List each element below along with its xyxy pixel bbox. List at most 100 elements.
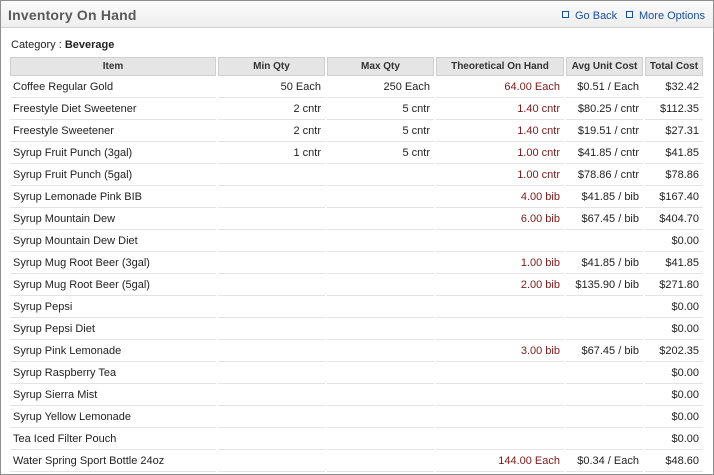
cell-min-qty	[218, 318, 325, 340]
cell-min-qty	[218, 274, 325, 296]
cell-theoretical-on-hand: 4.00 bib	[436, 186, 564, 208]
table-row: Syrup Mug Root Beer (5gal) 2.00 bib $135.9…	[10, 274, 703, 296]
cell-avg-unit-cost: $41.85 / cntr	[566, 142, 643, 164]
go-back-link[interactable]: Go Back	[562, 10, 617, 22]
table-row: Syrup Raspberry Tea $0.00	[10, 362, 703, 384]
cell-avg-unit-cost	[566, 296, 643, 318]
cell-theoretical-on-hand: 1.40 cntr	[436, 120, 564, 142]
cell-avg-unit-cost: $78.86 / cntr	[566, 164, 643, 186]
cell-item: Syrup Mug Root Beer (3gal)	[10, 252, 216, 274]
table-row: Syrup Yellow Lemonade $0.00	[10, 406, 703, 428]
table-row: Syrup Pepsi $0.00	[10, 296, 703, 318]
cell-item: Syrup Pepsi Diet	[10, 318, 216, 340]
more-options-label: More Options	[639, 10, 706, 22]
category-value: Beverage	[64, 39, 115, 51]
table-row: Freestyle Diet Sweetener 2 cntr 5 cntr 1.40…	[10, 98, 703, 120]
cell-total-cost: $167.40	[645, 186, 703, 208]
cell-avg-unit-cost	[566, 230, 643, 252]
more-options-link[interactable]: More Options	[626, 10, 705, 22]
cell-item: Coffee Regular Gold	[10, 76, 216, 98]
cell-theoretical-on-hand: 1.40 cntr	[436, 98, 564, 120]
cell-max-qty: 5 cntr	[327, 142, 434, 164]
table-row: Tea Iced Filter Pouch $0.00	[10, 428, 703, 450]
cell-total-cost: $0.00	[645, 362, 703, 384]
cell-theoretical-on-hand: 144.00 Each	[436, 450, 564, 472]
column-header-min-qty[interactable]: Min Qty	[218, 57, 325, 76]
cell-max-qty	[327, 252, 434, 274]
cell-theoretical-on-hand	[436, 296, 564, 318]
cell-item: Syrup Mountain Dew	[10, 208, 216, 230]
cell-avg-unit-cost: $41.85 / bib	[566, 252, 643, 274]
cell-max-qty	[327, 406, 434, 428]
table-row: Syrup Lemonade Pink BIB 4.00 bib $41.85 / …	[10, 186, 703, 208]
cell-max-qty	[327, 274, 434, 296]
cell-item: Syrup Fruit Punch (5gal)	[10, 164, 216, 186]
column-header-avg-unit-cost[interactable]: Avg Unit Cost	[566, 57, 643, 76]
column-header-max-qty[interactable]: Max Qty	[327, 57, 434, 76]
cell-avg-unit-cost: $41.85 / bib	[566, 186, 643, 208]
cell-theoretical-on-hand	[436, 384, 564, 406]
go-back-label: Go Back	[575, 10, 618, 22]
cell-min-qty	[218, 252, 325, 274]
column-header-theoretical-on-hand[interactable]: Theoretical On Hand	[436, 57, 564, 76]
cell-total-cost: $404.70	[645, 208, 703, 230]
table-row: Syrup Pepsi Diet $0.00	[10, 318, 703, 340]
cell-total-cost: $0.00	[645, 406, 703, 428]
cell-min-qty: 2 cntr	[218, 120, 325, 142]
cell-min-qty	[218, 164, 325, 186]
cell-min-qty	[218, 230, 325, 252]
inventory-table: Item Min Qty Max Qty Theoretical On Hand…	[8, 57, 705, 472]
cell-total-cost: $202.35	[645, 340, 703, 362]
cell-item: Syrup Pepsi	[10, 296, 216, 318]
cell-avg-unit-cost: $80.25 / cntr	[566, 98, 643, 120]
cell-max-qty	[327, 296, 434, 318]
cell-total-cost: $271.80	[645, 274, 703, 296]
table-row: Coffee Regular Gold 50 Each 250 Each 64.00 …	[10, 76, 703, 98]
cell-item: Syrup Fruit Punch (3gal)	[10, 142, 216, 164]
table-row: Freestyle Sweetener 2 cntr 5 cntr 1.40 cntr…	[10, 120, 703, 142]
cell-item: Syrup Raspberry Tea	[10, 362, 216, 384]
cell-max-qty: 250 Each	[327, 76, 434, 98]
cell-avg-unit-cost: $19.51 / cntr	[566, 120, 643, 142]
table-row: Syrup Sierra Mist $0.00	[10, 384, 703, 406]
cell-min-qty: 50 Each	[218, 76, 325, 98]
column-header-total-cost[interactable]: Total Cost	[645, 57, 703, 76]
cell-theoretical-on-hand: 2.00 bib	[436, 274, 564, 296]
table-row: Syrup Fruit Punch (3gal) 1 cntr 5 cntr 1.00…	[10, 142, 703, 164]
cell-min-qty	[218, 186, 325, 208]
cell-total-cost: $0.00	[645, 318, 703, 340]
cell-total-cost: $0.00	[645, 428, 703, 450]
cell-avg-unit-cost: $0.51 / Each	[566, 76, 643, 98]
cell-max-qty	[327, 384, 434, 406]
cell-theoretical-on-hand	[436, 406, 564, 428]
cell-theoretical-on-hand	[436, 428, 564, 450]
cell-max-qty	[327, 428, 434, 450]
cell-total-cost: $0.00	[645, 384, 703, 406]
cell-item: Syrup Lemonade Pink BIB	[10, 186, 216, 208]
cell-total-cost: $0.00	[645, 230, 703, 252]
cell-avg-unit-cost	[566, 384, 643, 406]
cell-max-qty	[327, 340, 434, 362]
column-header-item[interactable]: Item	[10, 57, 216, 76]
cell-theoretical-on-hand	[436, 318, 564, 340]
cell-item: Syrup Mug Root Beer (5gal)	[10, 274, 216, 296]
cell-avg-unit-cost	[566, 428, 643, 450]
cell-min-qty	[218, 428, 325, 450]
cell-max-qty: 5 cntr	[327, 98, 434, 120]
cell-max-qty: 5 cntr	[327, 120, 434, 142]
cell-theoretical-on-hand	[436, 362, 564, 384]
page-title: Inventory On Hand	[8, 7, 137, 23]
table-row: Syrup Mountain Dew 6.00 bib $67.45 / bib $4…	[10, 208, 703, 230]
cell-theoretical-on-hand: 1.00 cntr	[436, 142, 564, 164]
cell-item: Syrup Yellow Lemonade	[10, 406, 216, 428]
cell-total-cost: $32.42	[645, 76, 703, 98]
table-row: Syrup Mountain Dew Diet $0.00	[10, 230, 703, 252]
cell-min-qty	[218, 384, 325, 406]
table-row: Water Spring Sport Bottle 24oz 144.00 Eac…	[10, 450, 703, 472]
cell-min-qty	[218, 362, 325, 384]
cell-theoretical-on-hand: 3.00 bib	[436, 340, 564, 362]
cell-total-cost: $27.31	[645, 120, 703, 142]
cell-avg-unit-cost: $67.45 / bib	[566, 340, 643, 362]
cell-total-cost: $78.86	[645, 164, 703, 186]
category-label: Category :	[11, 39, 62, 51]
